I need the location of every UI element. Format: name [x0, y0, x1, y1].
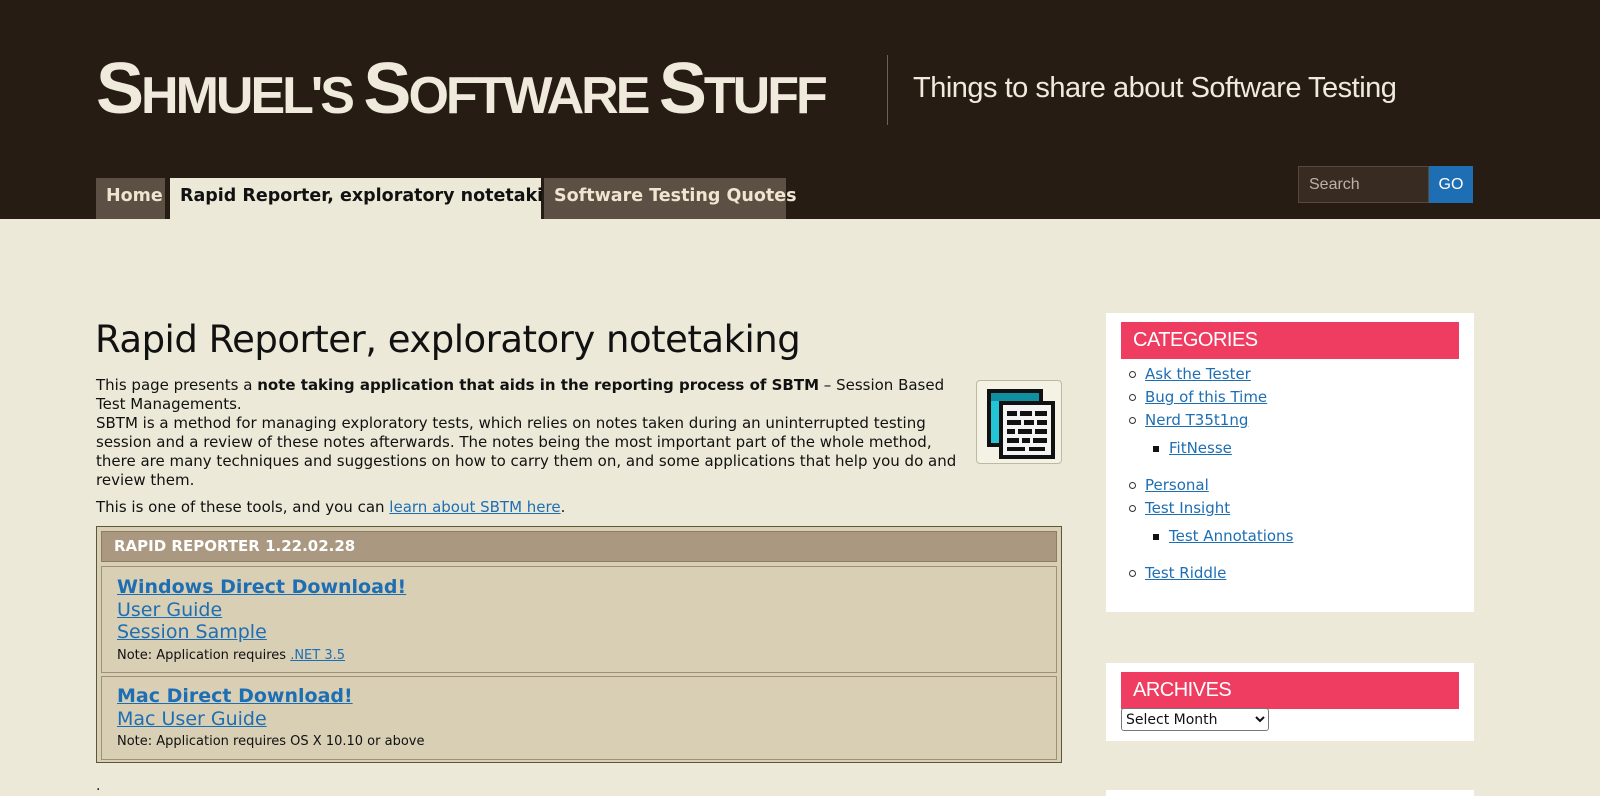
category-item: Test Riddle: [1129, 564, 1226, 583]
circle-bullet-icon: [1129, 570, 1136, 577]
category-item: Bug of this Time: [1129, 388, 1267, 407]
site-title-part: HMUEL'S: [141, 67, 364, 125]
search-input[interactable]: [1298, 166, 1429, 203]
category-item: Test Annotations: [1153, 527, 1293, 546]
mac-user-guide-link[interactable]: Mac User Guide: [117, 708, 1056, 731]
tools-paragraph: This is one of these tools, and you can …: [96, 498, 960, 517]
square-bullet-icon: [1153, 534, 1159, 540]
site-title-part: OFTWARE: [408, 67, 659, 125]
nav-item-software-testing-quotes[interactable]: Software Testing Quotes: [544, 178, 797, 219]
intro-paragraph: This page presents a note taking applica…: [96, 376, 960, 490]
categories-widget: CATEGORIES Ask the Tester Bug of this Ti…: [1106, 313, 1474, 612]
dotnet-link[interactable]: .NET 3.5: [290, 648, 345, 663]
site-title-part: S: [363, 49, 411, 129]
site-header: SHMUEL'S SOFTWARE STUFF Things to share …: [0, 0, 1600, 219]
title-divider: [887, 55, 888, 125]
archives-title: ARCHIVES: [1121, 672, 1459, 709]
download-box: RAPID REPORTER 1.22.02.28 Windows Direct…: [96, 526, 1062, 763]
mac-download-link[interactable]: Mac Direct Download!: [117, 685, 1056, 708]
intro-prefix: This page presents a: [96, 376, 258, 394]
search-go-button[interactable]: GO: [1429, 166, 1473, 203]
page-title: Rapid Reporter, exploratory notetaking: [95, 318, 801, 361]
site-title[interactable]: SHMUEL'S SOFTWARE STUFF: [96, 48, 828, 130]
circle-bullet-icon: [1129, 417, 1136, 424]
circle-bullet-icon: [1129, 482, 1136, 489]
download-box-header: RAPID REPORTER 1.22.02.28: [101, 531, 1057, 562]
category-link-personal[interactable]: Personal: [1145, 476, 1209, 494]
circle-bullet-icon: [1129, 371, 1136, 378]
site-title-part: S: [658, 49, 707, 129]
session-sample-link[interactable]: Session Sample: [117, 621, 1056, 644]
category-link-fitnesse[interactable]: FitNesse: [1169, 439, 1232, 457]
trailing-text: .: [96, 778, 101, 794]
nav-item-home[interactable]: Home: [96, 178, 165, 219]
intro-bold: note taking application that aids in the…: [257, 376, 820, 394]
windows-requirement-note: Note: Application requires .NET 3.5: [117, 646, 1056, 666]
archives-widget: ARCHIVES Select Month: [1106, 663, 1474, 741]
square-bullet-icon: [1153, 446, 1159, 452]
category-item: Test Insight: [1129, 499, 1230, 518]
category-item: Nerd T35t1ng: [1129, 411, 1248, 430]
site-title-part: TUFF: [703, 67, 828, 125]
category-link-test-riddle[interactable]: Test Riddle: [1145, 564, 1226, 582]
archive-month-select[interactable]: Select Month: [1121, 708, 1269, 731]
category-item: Personal: [1129, 476, 1209, 495]
category-link-test-annotations[interactable]: Test Annotations: [1169, 527, 1293, 545]
category-link-bug-of-this-time[interactable]: Bug of this Time: [1145, 388, 1267, 406]
nav-item-rapid-reporter[interactable]: Rapid Reporter, exploratory notetaking: [170, 178, 568, 219]
windows-note-text: Note: Application requires: [117, 647, 291, 663]
categories-title: CATEGORIES: [1121, 322, 1459, 359]
category-item: Ask the Tester: [1129, 365, 1251, 384]
windows-download-link[interactable]: Windows Direct Download!: [117, 576, 1056, 599]
notepad-app-icon: [976, 380, 1062, 464]
category-link-test-insight[interactable]: Test Insight: [1145, 499, 1230, 517]
mac-download-section: Mac Direct Download! Mac User Guide Note…: [101, 676, 1057, 760]
windows-download-section: Windows Direct Download! User Guide Sess…: [101, 566, 1057, 673]
site-title-part: S: [96, 49, 144, 129]
category-link-nerd-testing[interactable]: Nerd T35t1ng: [1145, 411, 1248, 429]
site-tagline: Things to share about Software Testing: [913, 72, 1397, 104]
circle-bullet-icon: [1129, 505, 1136, 512]
next-widget-edge: [1106, 790, 1474, 796]
mac-requirement-note: Note: Application requires OS X 10.10 or…: [117, 734, 425, 749]
category-item: FitNesse: [1153, 439, 1232, 458]
tools-suffix: .: [560, 498, 566, 516]
learn-sbtm-link[interactable]: learn about SBTM here: [389, 498, 560, 516]
tools-prefix: This is one of these tools, and you can: [96, 498, 390, 516]
category-link-ask-the-tester[interactable]: Ask the Tester: [1145, 365, 1251, 383]
user-guide-link[interactable]: User Guide: [117, 599, 1056, 622]
intro-body: SBTM is a method for managing explorator…: [96, 414, 957, 489]
circle-bullet-icon: [1129, 394, 1136, 401]
